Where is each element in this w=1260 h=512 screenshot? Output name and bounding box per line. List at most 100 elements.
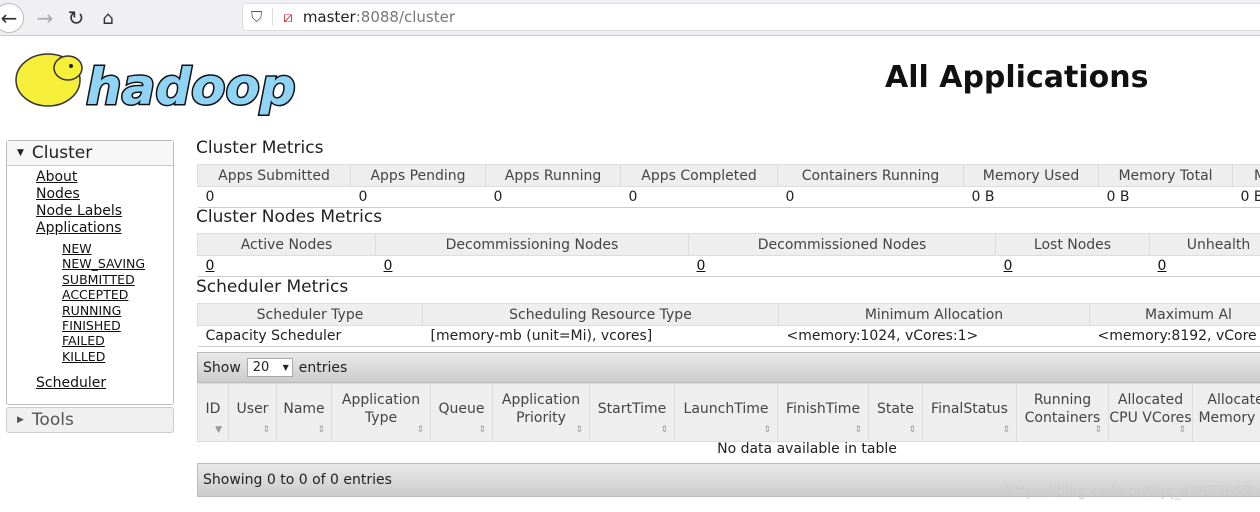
metric-value: 0 [1149, 255, 1260, 277]
metric-value: 0 B [1232, 186, 1260, 208]
link-applications[interactable]: Applications [36, 220, 122, 236]
header-label: User [236, 400, 269, 417]
cluster-metrics-title: Cluster Metrics [196, 138, 324, 158]
url-path: :8088/cluster [355, 8, 456, 26]
header-label: State [876, 400, 915, 417]
sortable-column-header[interactable]: FinishTime ⇕ [777, 383, 869, 442]
header-label: Running Containers [1024, 391, 1101, 426]
back-icon[interactable]: ← [0, 3, 24, 33]
page-size-value: 20 [252, 360, 270, 375]
link-state-new-saving[interactable]: NEW_SAVING [62, 256, 145, 271]
reload-icon[interactable]: ↻ [61, 3, 91, 33]
show-label: Show [203, 359, 241, 376]
link-nodes[interactable]: Nodes [36, 186, 80, 202]
link-state-killed[interactable]: KILLED [62, 349, 105, 364]
link-about[interactable]: About [36, 169, 77, 185]
cluster-metrics-table: Apps Submitted Apps Pending Apps Running Ap… [197, 164, 1260, 208]
header-label: Name [283, 400, 325, 417]
insecure-lock-icon: ⧄ [272, 8, 293, 26]
sortable-column-header[interactable]: FinalStatus ⇕ [922, 383, 1017, 442]
browser-toolbar: ← → ↻ ⌂ ⛉ ⧄ master:8088/cluster [0, 0, 1260, 36]
metric-value: 0 B [1098, 186, 1233, 208]
header-label: ID [205, 400, 221, 417]
sidebar-cluster: ▼ Cluster About Nodes Node Labels Applica… [6, 140, 174, 405]
metric-link[interactable]: 0 [697, 258, 706, 274]
sortable-column-header[interactable]: State ⇕ [868, 383, 923, 442]
entries-info: Showing 0 to 0 of 0 entries [203, 472, 392, 488]
watermark: https://blog.csdn.net/qq_43672652 [1006, 484, 1252, 500]
sort-icon: ⇕ [478, 425, 486, 435]
sortable-column-header[interactable]: Allocated CPU VCores ⇕ [1108, 383, 1193, 442]
url-host: master [302, 8, 356, 26]
link-scheduler[interactable]: Scheduler [36, 375, 106, 391]
link-state-accepted[interactable]: ACCEPTED [62, 287, 128, 302]
sort-icon: ⇕ [1002, 425, 1010, 435]
column-header: Apps Running [485, 164, 621, 187]
column-header: Minimum Allocation [778, 303, 1090, 326]
sort-icon: ⇕ [317, 425, 325, 435]
caret-down-icon: ▼ [17, 148, 24, 158]
table-length-bar: Show 20 ▼ entries [197, 352, 1260, 383]
sort-icon: ⇕ [1094, 425, 1102, 435]
sortable-column-header[interactable]: User ⇕ [228, 383, 277, 442]
url-bar[interactable]: ⛉ ⧄ master:8088/cluster [242, 3, 1260, 31]
link-node-labels[interactable]: Node Labels [36, 203, 122, 219]
header-label: LaunchTime [683, 400, 769, 417]
metric-value: 0 [375, 255, 689, 277]
page-size-select[interactable]: 20 ▼ [246, 358, 293, 377]
link-state-finished[interactable]: FINISHED [62, 318, 121, 333]
metric-value: 0 [620, 186, 778, 208]
cluster-label: Cluster [31, 143, 93, 163]
column-header: Apps Submitted [197, 164, 351, 187]
column-header: Decommissioning Nodes [375, 233, 689, 256]
sortable-column-header[interactable]: ID ▼ [197, 383, 229, 442]
column-header: Active Nodes [197, 233, 376, 256]
sortable-column-header[interactable]: StartTime ⇕ [589, 383, 675, 442]
link-state-submitted[interactable]: SUBMITTED [62, 272, 135, 287]
sortable-column-header[interactable]: Queue ⇕ [430, 383, 493, 442]
metric-value: 0 [197, 186, 351, 208]
sortable-column-header[interactable]: Name ⇕ [276, 383, 332, 442]
column-header: Containers Running [777, 164, 964, 187]
column-header: M [1232, 164, 1260, 187]
column-header: Lost Nodes [995, 233, 1150, 256]
sortable-column-header[interactable]: Application Type ⇕ [331, 383, 431, 442]
metric-link[interactable]: 0 [384, 258, 393, 274]
sort-icon: ⇕ [575, 425, 583, 435]
forward-icon[interactable]: → [30, 3, 60, 33]
header-label: Allocated Memory MB [1198, 391, 1260, 426]
sortable-column-header[interactable]: LaunchTime ⇕ [674, 383, 778, 442]
metric-link[interactable]: 0 [1158, 258, 1167, 274]
scheduler-metrics-table: Scheduler Type Scheduling Resource Type Mi… [197, 303, 1260, 347]
empty-table-message: No data available in table [717, 441, 897, 457]
link-state-failed[interactable]: FAILED [62, 333, 105, 348]
tools-toggle[interactable]: ▶ Tools [6, 407, 174, 433]
header-label: Application Type [341, 391, 421, 426]
column-header: Scheduler Type [197, 303, 423, 326]
header-label: FinalStatus [931, 400, 1008, 417]
metric-link[interactable]: 0 [1004, 258, 1013, 274]
metric-value: <memory:1024, vCores:1> [778, 325, 1090, 347]
column-header: Decommissioned Nodes [688, 233, 996, 256]
svg-text:hadoop: hadoop [86, 58, 296, 116]
sort-icon: ⇕ [854, 425, 862, 435]
column-header: Maximum Al [1089, 303, 1260, 326]
tools-label: Tools [31, 410, 74, 430]
sortable-column-header[interactable]: Running Containers ⇕ [1016, 383, 1109, 442]
header-label: Queue [438, 400, 485, 417]
cluster-toggle[interactable]: ▼ Cluster [7, 141, 173, 166]
page-title: All Applications [885, 60, 1149, 95]
header-label: Application Priority [501, 391, 581, 426]
sort-desc-icon: ▼ [215, 425, 222, 435]
sort-icon: ⇕ [1178, 425, 1186, 435]
link-state-new[interactable]: NEW [62, 241, 92, 256]
link-state-running[interactable]: RUNNING [62, 303, 121, 318]
metric-link[interactable]: 0 [206, 258, 215, 274]
column-header: Apps Completed [620, 164, 778, 187]
home-icon[interactable]: ⌂ [93, 3, 123, 33]
metric-value: 0 [197, 255, 376, 277]
metric-value: 0 [688, 255, 996, 277]
sortable-column-header[interactable]: Allocated Memory MB⇕ [1192, 383, 1260, 442]
nodes-metrics-table: Active Nodes Decommissioning Nodes Decommi… [197, 233, 1260, 277]
sortable-column-header[interactable]: Application Priority ⇕ [492, 383, 590, 442]
